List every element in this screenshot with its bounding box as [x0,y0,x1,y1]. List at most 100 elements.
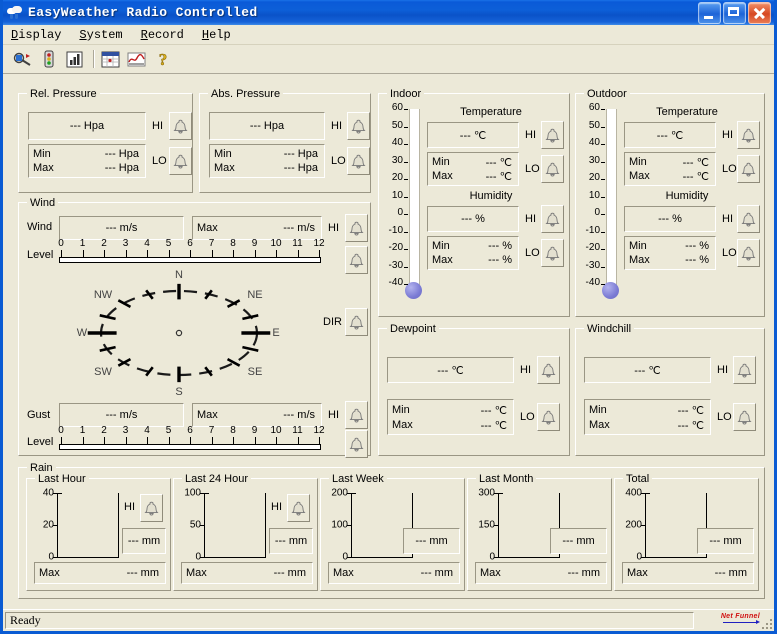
wind-speed-hi-label: HI [328,222,339,234]
traffic-light-icon[interactable] [37,48,60,70]
rain-hi-alarm-button[interactable] [140,494,163,522]
thermo-scale-label: 20 [391,172,403,183]
rain-panel-title: Last Month [476,473,537,485]
indoor-temperature-heading: Temperature [460,106,522,118]
abs-pressure-lo-alarm-button[interactable] [347,147,370,175]
thermo-scale-label: -20 [388,242,403,253]
rain-chart-tick-label: 100 [184,487,201,499]
ruler-tick [276,250,277,257]
outdoor-hum-hi-alarm-button[interactable] [737,205,760,233]
indoor-temp-min-label: Min [432,156,450,168]
outdoor-hum-lo-alarm-button[interactable] [737,239,760,267]
ruler-tick-label: 5 [165,238,172,249]
minimize-button[interactable] [698,2,721,24]
windchill-lo-label: LO [717,411,732,423]
status-message: Ready [5,612,694,629]
thermo-scale-tick [404,214,408,215]
rain-chart-tick-label: 200 [331,487,348,499]
ruler-tick [211,437,213,444]
gust-hi-alarm-button[interactable] [345,401,368,429]
outdoor-thermometer-tube [606,109,617,289]
resize-grip[interactable] [759,616,773,630]
rain-value: --- mm [709,535,742,547]
indoor-temp-lo-alarm-button[interactable] [541,155,564,183]
thermo-scale-label: -20 [585,242,600,253]
abs-pressure-hi-alarm-button[interactable] [347,112,370,140]
dewpoint-lo-alarm-button[interactable] [537,403,560,431]
abs-pressure-group: Abs. Pressure --- Hpa HI Min --- Hpa Max… [199,88,371,193]
rain-hi-label: HI [124,501,135,513]
thermo-scale-tick [404,284,408,285]
windchill-lo-alarm-button[interactable] [733,403,756,431]
dewpoint-hi-alarm-button[interactable] [537,356,560,384]
menu-record[interactable]: Record [141,28,184,42]
indoor-temperature-value: --- ℃ [459,129,487,142]
thermo-scale-tick [404,249,408,250]
rain-chart-x-axis [351,557,413,558]
outdoor-temp-hi-alarm-button[interactable] [737,121,760,149]
wind-direction-alarm-button[interactable] [345,308,368,336]
thermo-scale-tick [404,144,408,145]
dewpoint-minmax: Min --- ℃ Max --- ℃ [387,399,514,435]
rain-chart-tick-label: 20 [42,519,54,531]
bar-chart-icon[interactable] [63,48,86,70]
wind-speed-max-label: Max [197,222,218,234]
outdoor-humidity-minmax: Min --- % Max --- % [624,236,716,270]
compass-label-sw: SW [94,366,112,378]
status-bar: Ready Net Funnel [3,609,774,631]
rel-pressure-lo-alarm-button[interactable] [169,147,192,175]
wind-speed-second-alarm-button[interactable] [345,246,368,274]
menu-display[interactable]: Display [11,28,61,42]
thermo-scale-label: 0 [594,207,600,218]
outdoor-temp-min-value: --- ℃ [682,157,709,169]
rain-value: --- mm [562,535,595,547]
wind-title: Wind [27,197,59,209]
windchill-group: Windchill --- ℃ HI Min --- ℃ Max --- ℃ L… [575,323,765,456]
close-button[interactable] [748,2,771,24]
menu-display-rest: isplay [18,27,62,42]
rain-max-field: Max --- mm [34,562,166,584]
thermo-scale-tick [404,109,408,110]
thermo-scale-label: 10 [588,189,600,201]
wind-speed-hi-alarm-button[interactable] [345,214,368,242]
wind-speed-field: --- m/s [59,216,184,240]
indoor-hum-hi-alarm-button[interactable] [541,205,564,233]
compass-label-nw: NW [93,289,113,301]
compass-label-s: S [175,386,183,398]
rain-hi-alarm-button[interactable] [287,494,310,522]
calendar-icon[interactable] [99,48,122,70]
windchill-max-label: Max [589,419,610,431]
help-question-icon[interactable]: ? [151,48,174,70]
svg-text:?: ? [158,50,167,68]
outdoor-humidity-current: --- % [624,206,716,232]
rain-chart-tick-label: 100 [331,519,348,531]
thermo-scale-tick [601,196,605,198]
connect-icon[interactable] [11,48,34,70]
rain-chart-tick-label: 0 [195,551,201,563]
ruler-tick-label: 6 [187,238,193,249]
gust-max-value: --- m/s [283,409,315,421]
rain-panel-title: Last 24 Hour [182,473,251,485]
abs-pressure-max-value: --- Hpa [283,162,318,174]
outdoor-temp-lo-alarm-button[interactable] [737,155,760,183]
gust-max-label: Max [197,409,218,421]
windchill-hi-alarm-button[interactable] [733,356,756,384]
menu-help[interactable]: Help [202,28,231,42]
compass-label-w: W [76,327,88,339]
rel-pressure-hi-alarm-button[interactable] [169,112,192,140]
ruler-tick-label: 4 [144,238,150,249]
outdoor-temp-min-label: Min [629,156,647,168]
wind-level-ruler: 0 1 2 3 4 5 6 7 8 9 10 11 12 [58,238,325,264]
indoor-hum-lo-alarm-button[interactable] [541,239,564,267]
gust-second-alarm-button[interactable] [345,430,368,458]
menu-system[interactable]: System [79,28,122,42]
maximize-button[interactable] [723,2,746,24]
outdoor-group: Outdoor Temperature --- ℃ HI Min --- ℃ M… [575,88,765,317]
indoor-temperature-current: --- ℃ [427,122,519,148]
indoor-humidity-value: --- % [461,213,485,225]
line-chart-icon[interactable] [125,48,148,70]
indoor-temp-hi-alarm-button[interactable] [541,121,564,149]
outdoor-temp-max-value: --- ℃ [682,171,709,183]
rain-chart-x-axis [645,557,707,558]
wind-level-label: Level [27,249,54,261]
